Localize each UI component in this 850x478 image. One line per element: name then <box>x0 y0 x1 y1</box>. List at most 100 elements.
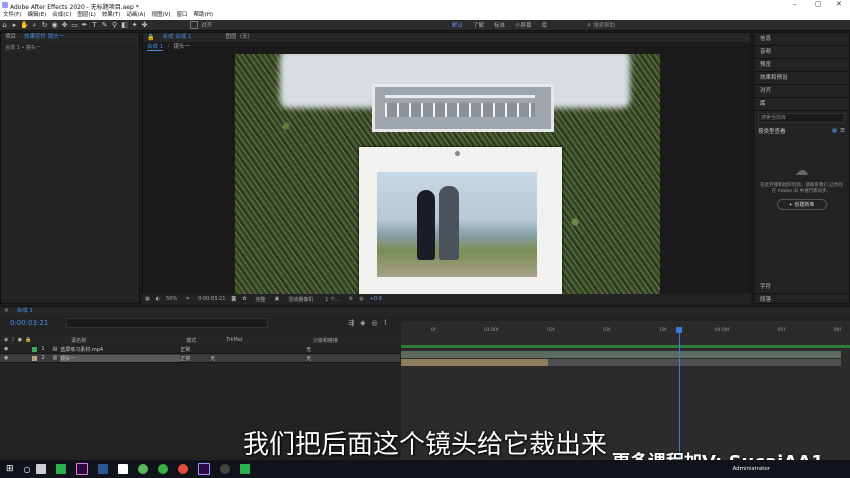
menu-edit[interactable]: 编辑(E) <box>27 11 46 20</box>
pan-tool-icon[interactable]: ✥ <box>60 21 69 30</box>
panel-audio[interactable]: 音频 <box>754 46 849 59</box>
layer-row[interactable]: ◉ 1 ▤ 蓝屏练习素材.mp4 正常 无 <box>0 345 400 354</box>
layer-parent[interactable]: 无 <box>306 346 311 353</box>
label-color-icon[interactable] <box>32 355 38 361</box>
camera-tool-icon[interactable]: ◉ <box>50 21 59 30</box>
minimize-button[interactable]: – <box>793 0 797 8</box>
menu-help[interactable]: 帮助(H) <box>194 11 213 20</box>
resolution-dropdown[interactable]: 完整 <box>255 296 265 303</box>
reset-exposure-icon[interactable]: ◍ <box>359 296 363 302</box>
visibility-icon[interactable]: ◉ <box>4 346 8 352</box>
playhead-handle[interactable] <box>676 327 682 333</box>
time-ruler[interactable]: 0f 01:00f 02f 03f 10f 04:00f 05f 06f <box>431 326 841 334</box>
menu-layer[interactable]: 图层(L) <box>77 11 95 20</box>
draft3d-icon[interactable]: ◈ <box>360 319 365 327</box>
pen-tool-icon[interactable]: ✒ <box>80 21 89 30</box>
timeline-search-input[interactable] <box>66 318 269 328</box>
layer-row[interactable]: ◉ 2 ▥ 镜头一 正常 无 无 <box>0 354 400 363</box>
mode-header[interactable]: 模式 <box>186 337 196 344</box>
rectangle-tool-icon[interactable]: ▭ <box>70 21 79 30</box>
search-icon[interactable]: ⌕ <box>587 21 591 30</box>
panel-align[interactable]: 对齐 <box>754 85 849 98</box>
composition-viewer[interactable] <box>235 54 660 294</box>
app-icon-green[interactable] <box>55 464 66 474</box>
region-icon[interactable]: ▣ <box>274 296 279 302</box>
motion-blur-icon[interactable]: ◎ <box>372 319 378 327</box>
layer-2-bar[interactable] <box>401 359 548 366</box>
clover-app-icon[interactable] <box>137 464 148 474</box>
grid-icon[interactable]: ▦ <box>145 296 150 302</box>
layer-parent[interactable]: 无 <box>306 355 311 362</box>
close-button[interactable]: ✕ <box>836 0 842 8</box>
panel-character[interactable]: 字符 <box>754 281 849 294</box>
tab-timeline-comp1[interactable]: 合成 1 <box>17 307 33 316</box>
list-view-icon[interactable]: ☰ <box>840 128 845 134</box>
panel-effects-presets[interactable]: 效果和预设 <box>754 72 849 85</box>
file-icon[interactable] <box>117 464 128 474</box>
layer-mode[interactable]: 正常 <box>180 355 210 362</box>
menu-effect[interactable]: 效果(T) <box>102 11 121 20</box>
app-icon-green-2[interactable] <box>239 464 250 474</box>
word-icon[interactable] <box>97 464 108 474</box>
menu-window[interactable]: 窗口 <box>177 11 188 20</box>
parent-header[interactable]: 父级和链接 <box>313 337 338 344</box>
source-name-header[interactable]: 源名称 <box>71 337 86 344</box>
menu-composition[interactable]: 合成(C) <box>52 11 71 20</box>
label-color-icon[interactable] <box>32 346 38 352</box>
work-area-bar[interactable] <box>401 345 850 348</box>
workspace-learn[interactable]: 了解 <box>473 21 484 29</box>
comp-flowchart-icon[interactable]: ⇶ <box>348 319 354 327</box>
layer-name[interactable]: 蓝屏练习素材.mp4 <box>60 346 180 353</box>
tab-layer[interactable]: 图层（无） <box>225 33 253 42</box>
breadcrumb-comp1[interactable]: 合成 1 <box>147 42 164 51</box>
clone-tool-icon[interactable]: ⚲ <box>110 21 119 30</box>
library-search-input[interactable]: 搜索当前库 <box>758 113 845 123</box>
hand-tool-icon[interactable]: ✋ <box>20 21 29 30</box>
camera-dropdown[interactable]: 活动摄像机 <box>288 296 313 303</box>
color-icon[interactable]: ✿ <box>242 296 246 302</box>
snapshot-icon[interactable]: ◙ <box>231 296 236 302</box>
guides-icon[interactable]: ⌗ <box>186 296 189 302</box>
selection-tool-icon[interactable]: ▸ <box>10 21 19 30</box>
search-circle-icon[interactable]: ○ <box>24 465 31 474</box>
premiere-icon[interactable] <box>75 463 88 475</box>
trkmat-header[interactable]: TrkMat <box>226 337 243 343</box>
render-icon[interactable]: ⚙ <box>349 296 353 302</box>
zoom-tool-icon[interactable]: ⌕ <box>30 21 39 30</box>
panel-preview[interactable]: 预览 <box>754 59 849 72</box>
menu-view[interactable]: 视图(V) <box>151 11 170 20</box>
tab-project[interactable]: 项目 <box>5 33 16 42</box>
eraser-tool-icon[interactable]: ◧ <box>120 21 129 30</box>
exposure-value[interactable]: +0.0 <box>370 296 382 302</box>
graph-editor-icon[interactable]: ⌇ <box>384 319 387 327</box>
create-library-button[interactable]: + 创建新库 <box>776 199 827 210</box>
obs-icon[interactable] <box>219 464 230 474</box>
breadcrumb-shot1[interactable]: 镜头一 <box>173 42 190 50</box>
panel-library[interactable]: 库 <box>754 98 849 111</box>
brush-tool-icon[interactable]: ✎ <box>100 21 109 30</box>
layer-trkmat[interactable]: 无 <box>210 355 270 362</box>
workspace-small-screen[interactable]: 小屏幕 <box>515 21 532 29</box>
panel-info[interactable]: 信息 <box>754 33 849 46</box>
puppet-tool-icon[interactable]: ✤ <box>140 21 149 30</box>
workspace-default[interactable]: 默认 <box>452 21 463 29</box>
tab-composition[interactable]: 合成 合成 1 <box>162 33 191 42</box>
rotate-tool-icon[interactable]: ↻ <box>40 21 49 30</box>
layer-1-bar[interactable] <box>401 351 841 358</box>
snap-checkbox[interactable] <box>190 21 198 29</box>
timeline-timecode[interactable]: 0:00:03:21 <box>10 319 48 327</box>
tab-effect-controls[interactable]: 效果控件 镜头一 <box>24 33 64 42</box>
visibility-icon[interactable]: ◉ <box>4 355 8 361</box>
workspace-standard[interactable]: 标准 <box>494 21 505 29</box>
roto-tool-icon[interactable]: ✦ <box>130 21 139 30</box>
maximize-button[interactable]: ▢ <box>815 0 822 8</box>
browse-by-type[interactable]: 按类型查看 <box>758 127 786 135</box>
zoom-dropdown[interactable]: 50% <box>166 296 177 302</box>
mask-icon[interactable]: ◐ <box>156 296 160 302</box>
views-dropdown[interactable]: 1 个... <box>325 296 340 303</box>
grid-view-icon[interactable]: ▦ <box>832 128 837 134</box>
wechat-icon[interactable] <box>157 464 168 474</box>
layer-name[interactable]: 镜头一 <box>60 354 181 362</box>
workspace-library[interactable]: 库 <box>542 21 548 29</box>
current-time-display[interactable]: 0:00:03:21 <box>198 296 225 302</box>
